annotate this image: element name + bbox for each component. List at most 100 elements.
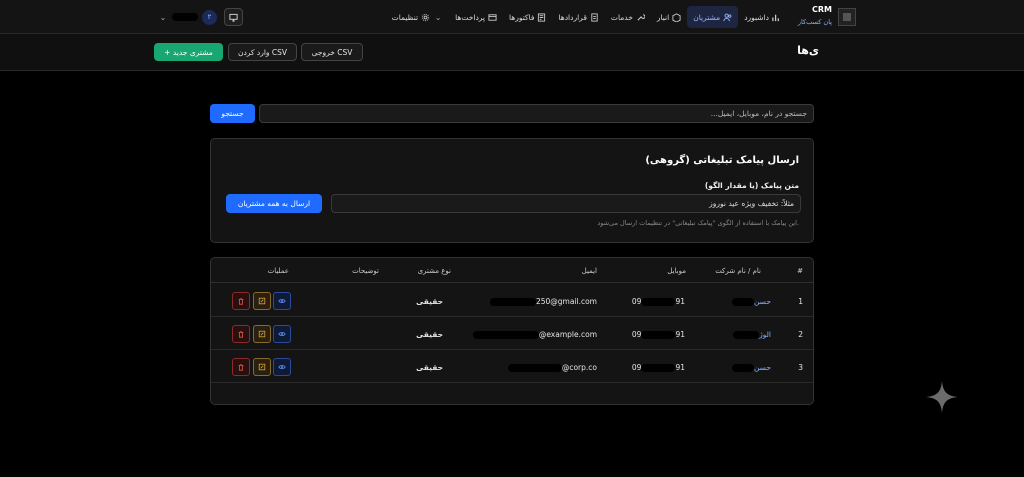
view-button[interactable] — [273, 358, 291, 376]
redacted-mobile — [641, 298, 676, 306]
document-icon — [590, 12, 599, 22]
edit-button[interactable] — [253, 325, 271, 343]
eye-icon — [278, 365, 286, 369]
customer-name-link[interactable]: حسن — [731, 297, 771, 306]
redacted-name — [731, 298, 754, 306]
mobile-cell: 09 91 — [632, 297, 685, 306]
nav-label-customers: مشتریان — [693, 12, 721, 22]
redacted-email — [507, 364, 562, 372]
redacted-title-area — [820, 42, 850, 62]
row-index: 2 — [798, 330, 803, 339]
page-title: ی‌ها — [797, 44, 819, 57]
brand-title: CRM — [812, 5, 832, 14]
customers-table: # نام / نام شرکت موبایل ایمیل نوع مشتری … — [210, 257, 814, 405]
card-icon — [488, 13, 497, 22]
mobile-end: 91 — [675, 330, 685, 339]
display-toggle-button[interactable] — [224, 8, 243, 26]
top-nav-bar: CRM پان کسب‌کار داشبورد مشتریان انبار خد… — [0, 0, 1024, 34]
customer-name-link[interactable]: الوژ — [733, 330, 771, 339]
bar-chart-icon — [772, 13, 781, 22]
nav-item-dashboard[interactable]: داشبورد — [738, 6, 787, 28]
mobile-start: 09 — [631, 297, 642, 306]
trash-icon — [238, 298, 244, 305]
col-name: نام / نام شرکت — [715, 267, 761, 275]
delete-button[interactable] — [232, 325, 250, 343]
user-menu-chevron-icon: ⌄ — [159, 12, 167, 22]
mobile-end: 91 — [675, 297, 685, 306]
invoice-icon — [537, 12, 546, 22]
row-index: 1 — [798, 297, 803, 306]
brand[interactable]: CRM پان کسب‌کار — [798, 5, 856, 29]
edit-icon — [258, 297, 266, 305]
col-type: نوع مشتری — [417, 267, 451, 275]
eye-icon — [278, 332, 286, 336]
box-icon — [672, 12, 681, 22]
table-row: 2 الوژ 09 91 @example.com حقیقی — [211, 318, 813, 350]
sms-text-label: متن پیامک (یا مقدار الگو) — [704, 181, 799, 190]
mobile-cell: 09 91 — [632, 330, 685, 339]
nav-label-invoices: فاکتورها — [509, 12, 535, 22]
edit-icon — [258, 363, 266, 371]
view-button[interactable] — [273, 292, 291, 310]
bulk-sms-title: ارسال پیامک تبلیغاتی (گروهی) — [645, 155, 799, 166]
email-cell: @example.com — [472, 330, 597, 339]
redacted-mobile — [641, 331, 676, 339]
sms-help-text: این پیامک با استفاده از الگوی "پیامک تبل… — [597, 219, 799, 227]
mobile-cell: 09 91 — [632, 363, 685, 372]
mobile-start: 09 — [631, 330, 642, 339]
col-email: ایمیل — [581, 267, 597, 275]
table-row: 3 حسن 09 91 @corp.co حقیقی — [211, 351, 813, 383]
redacted-username — [172, 13, 198, 21]
delete-button[interactable] — [232, 358, 250, 376]
email-cell: @corp.co — [507, 363, 597, 372]
monitor-icon — [229, 13, 238, 22]
redacted-name — [733, 331, 760, 339]
sms-text-input[interactable] — [331, 194, 801, 213]
redacted-mobile — [641, 364, 676, 372]
trash-icon — [238, 364, 244, 371]
mobile-end: 91 — [675, 363, 685, 372]
customer-type: حقیقی — [416, 297, 443, 306]
redacted-email — [489, 298, 536, 306]
nav-label-services: خدمات — [610, 12, 633, 22]
customer-type: حقیقی — [416, 363, 443, 372]
nav-item-customers[interactable]: مشتریان — [687, 6, 739, 28]
customer-name-text: الوژ — [759, 330, 771, 339]
customer-name-link[interactable]: حسن — [731, 363, 771, 372]
user-avatar: ۲ — [202, 9, 217, 25]
nav-label-settings: تنظیمات — [391, 12, 419, 22]
new-customer-button[interactable]: + مشتری جدید — [154, 43, 223, 61]
email-domain: @corp.co — [561, 363, 597, 372]
nav-item-contracts[interactable]: قراردادها — [552, 6, 604, 28]
nav-label-payments: پرداخت‌ها — [455, 12, 486, 22]
col-mobile: موبایل — [667, 267, 686, 275]
send-to-all-button[interactable]: ارسال به همه مشتریان — [226, 194, 322, 213]
delete-button[interactable] — [232, 292, 250, 310]
nav-item-invoices[interactable]: فاکتورها — [503, 6, 552, 28]
customer-name-text: حسن — [753, 297, 771, 306]
export-csv-button[interactable]: خروجی CSV — [301, 43, 363, 61]
search-input[interactable] — [259, 104, 814, 123]
wrench-icon — [636, 13, 645, 22]
view-button[interactable] — [273, 325, 291, 343]
nav-item-services[interactable]: خدمات — [605, 6, 651, 28]
redacted-name — [731, 364, 754, 372]
nav-label-dashboard: داشبورد — [744, 12, 769, 22]
brand-logo — [838, 8, 856, 26]
user-menu[interactable]: ⌄ ۲ — [158, 7, 217, 27]
import-csv-button[interactable]: وارد کردن CSV — [228, 43, 297, 61]
main-nav: داشبورد مشتریان انبار خدمات قراردادها فا… — [386, 6, 787, 28]
edit-button[interactable] — [253, 358, 271, 376]
search-button[interactable]: جستجو — [210, 104, 255, 123]
col-index: # — [797, 267, 803, 275]
nav-item-payments[interactable]: پرداخت‌ها — [449, 6, 503, 28]
edit-button[interactable] — [253, 292, 271, 310]
brand-subtitle: پان کسب‌کار — [797, 18, 832, 26]
nav-item-settings[interactable]: ⌄ تنظیمات — [386, 6, 449, 28]
customer-name-text: حسن — [753, 363, 771, 372]
users-icon — [723, 13, 732, 22]
mobile-start: 09 — [631, 363, 642, 372]
nav-item-inventory[interactable]: انبار — [651, 6, 687, 28]
customer-type: حقیقی — [416, 330, 443, 339]
table-row: 1 حسن 09 91 250@gmail.com حقیقی — [211, 285, 813, 317]
